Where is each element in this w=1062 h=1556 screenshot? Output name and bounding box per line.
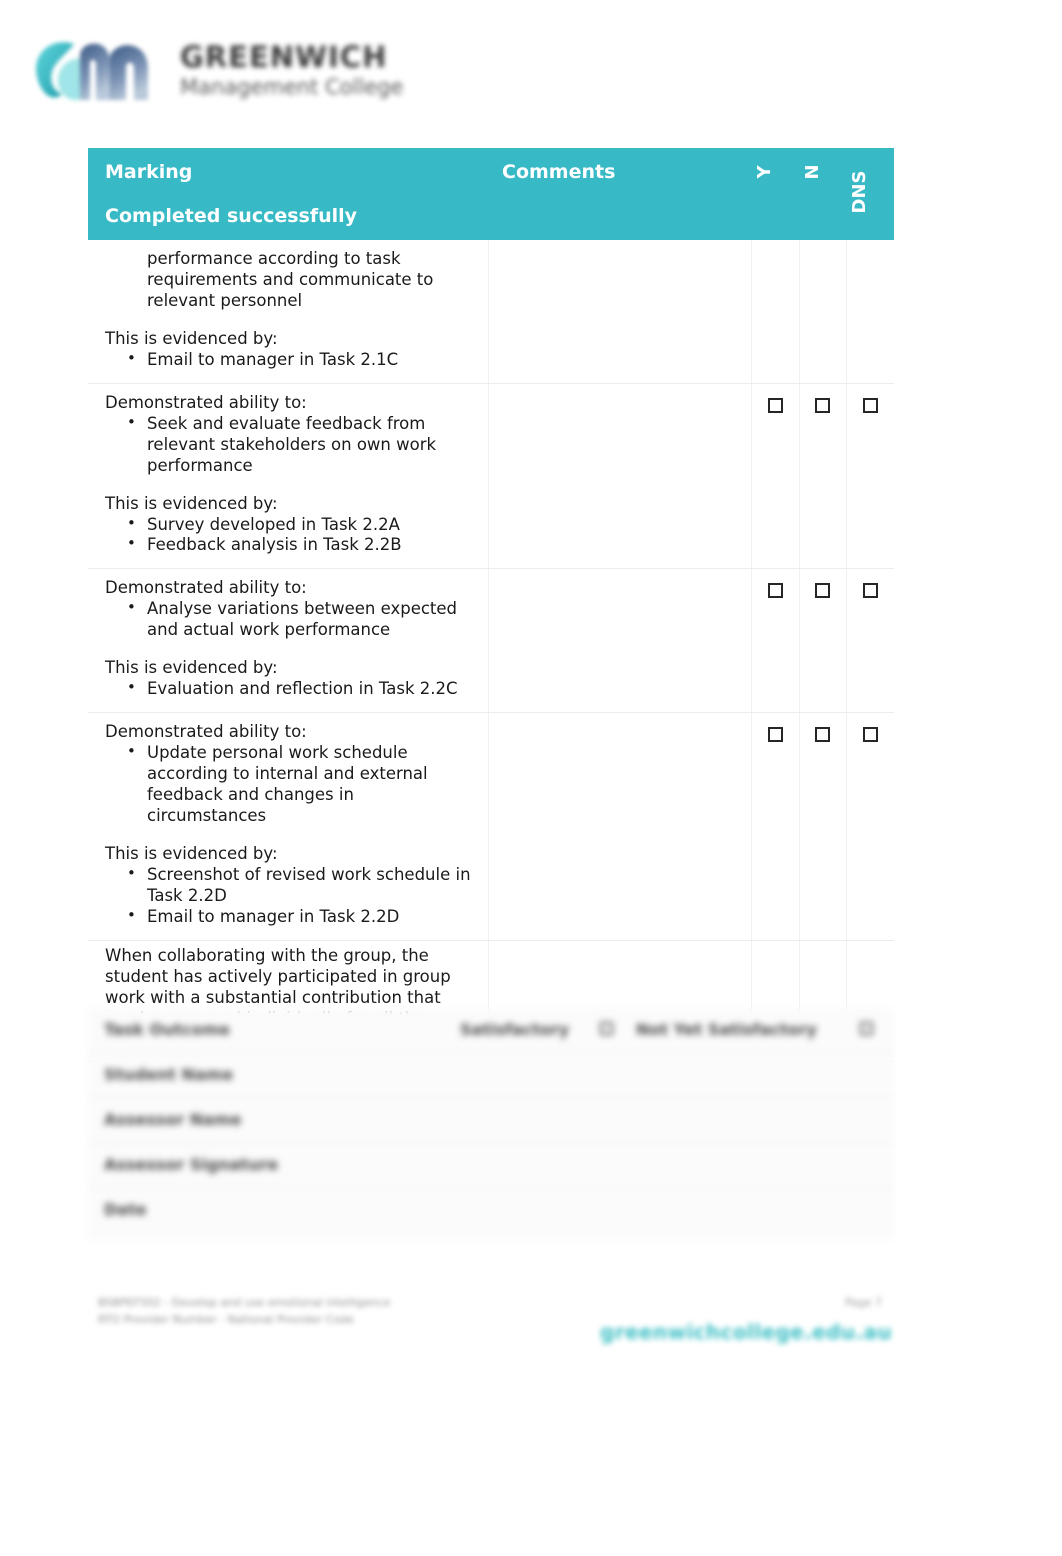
checkbox-y[interactable] xyxy=(767,397,783,413)
criterion-lead: Demonstrated ability to: xyxy=(105,722,307,742)
list-item: Email to manager in Task 2.2D xyxy=(127,906,474,928)
checkbox-dns[interactable] xyxy=(862,727,878,743)
checkbox-satisfactory[interactable] xyxy=(600,1022,613,1035)
assessor-signature-label: Assessor Signature xyxy=(104,1155,279,1174)
criterion-lead: Demonstrated ability to: xyxy=(105,578,307,598)
list-item: Email to manager in Task 2.1C xyxy=(127,349,474,371)
column-header-comments: Comments xyxy=(488,148,751,240)
column-header-y: Y xyxy=(751,148,799,240)
dns-cell[interactable] xyxy=(846,568,894,714)
n-cell[interactable] xyxy=(799,383,847,570)
comments-cell[interactable] xyxy=(487,568,752,714)
student-name-row[interactable]: Student Name xyxy=(88,1053,894,1098)
assessor-signature-row[interactable]: Assessor Signature xyxy=(88,1143,894,1188)
list-item: Feedback analysis in Task 2.2B xyxy=(127,534,474,556)
task-outcome-row: Task Outcome Satisfactory Not Yet Satisf… xyxy=(88,1008,894,1053)
date-row[interactable]: Date xyxy=(88,1188,894,1233)
n-cell[interactable] xyxy=(799,240,847,384)
evidence-lead: This is evidenced by: xyxy=(105,328,278,348)
table-row: Demonstrated ability to: Update personal… xyxy=(88,712,894,941)
table-row: performance according to task requiremen… xyxy=(88,240,894,384)
logo-title: GREENWICH xyxy=(180,40,388,74)
marking-header-line1: Marking xyxy=(105,161,193,183)
satisfactory-label: Satisfactory xyxy=(460,1020,570,1039)
y-cell[interactable] xyxy=(751,383,800,570)
table-row: Demonstrated ability to: Seek and evalua… xyxy=(88,383,894,570)
list-item: Update personal work schedule according … xyxy=(127,742,474,827)
task-outcome-label: Task Outcome xyxy=(104,1020,231,1039)
criterion-cell: Demonstrated ability to: Update personal… xyxy=(88,712,489,941)
criterion-bullets: Seek and evaluate feedback from relevant… xyxy=(105,413,474,477)
comments-cell[interactable] xyxy=(487,240,752,384)
date-label: Date xyxy=(104,1200,147,1219)
list-item: Screenshot of revised work schedule in T… xyxy=(127,864,474,907)
footer-line-1: BSBPEF502 - Develop and use emotional in… xyxy=(98,1296,391,1309)
signoff-section: Task Outcome Satisfactory Not Yet Satisf… xyxy=(88,1008,894,1240)
checkbox-n[interactable] xyxy=(815,397,830,413)
y-cell[interactable] xyxy=(751,712,800,941)
marking-table: Marking Completed successfully Comments … xyxy=(88,148,894,1062)
student-name-label: Student Name xyxy=(104,1065,234,1084)
evidence-list: Screenshot of revised work schedule in T… xyxy=(105,864,474,928)
comments-header-label: Comments xyxy=(502,161,616,183)
checkbox-y[interactable] xyxy=(767,727,783,743)
checkbox-n[interactable] xyxy=(815,727,830,743)
criterion-bullets: Analyse variations between expected and … xyxy=(105,598,474,641)
dns-cell[interactable] xyxy=(846,712,894,941)
y-cell[interactable] xyxy=(751,240,800,384)
y-cell[interactable] xyxy=(751,568,800,714)
column-header-dns: DNS xyxy=(846,148,894,240)
criterion-bullets: Update personal work schedule according … xyxy=(105,742,474,827)
criterion-cell: performance according to task requiremen… xyxy=(88,240,489,384)
column-header-n: N xyxy=(799,148,846,240)
footer-page-number: Page 7 xyxy=(845,1296,883,1309)
criterion-lead: Demonstrated ability to: xyxy=(105,392,307,412)
marking-header-line2: Completed successfully xyxy=(105,205,358,227)
comments-cell[interactable] xyxy=(487,712,752,941)
evidence-list: Evaluation and reflection in Task 2.2C xyxy=(105,678,474,700)
footer-website-url[interactable]: greenwichcollege.edu.au xyxy=(600,1320,892,1344)
checkbox-not-yet-satisfactory[interactable] xyxy=(860,1022,873,1035)
assessor-name-label: Assessor Name xyxy=(104,1110,242,1129)
criterion-cell: Demonstrated ability to: Seek and evalua… xyxy=(88,383,489,570)
list-item: Seek and evaluate feedback from relevant… xyxy=(127,413,474,477)
footer-line-2: RTO Provider Number - National Provider … xyxy=(98,1313,354,1327)
list-item: Evaluation and reflection in Task 2.2C xyxy=(127,678,474,700)
checkbox-n[interactable] xyxy=(815,583,830,599)
checkbox-y[interactable] xyxy=(767,583,783,599)
footer-document-info: BSBPEF502 - Develop and use emotional in… xyxy=(98,1294,568,1328)
logo-subtitle: Management College xyxy=(180,75,404,100)
evidence-list: Email to manager in Task 2.1C xyxy=(105,349,474,371)
college-logo: GREENWICH Management College xyxy=(28,16,448,128)
gm-monogram-icon xyxy=(36,42,148,100)
n-header-label: N xyxy=(801,164,823,180)
y-header-label: Y xyxy=(754,165,775,179)
column-header-marking: Marking Completed successfully xyxy=(88,148,488,240)
comments-cell[interactable] xyxy=(487,383,752,570)
evidence-lead: This is evidenced by: xyxy=(105,493,278,513)
n-cell[interactable] xyxy=(799,568,847,714)
dns-cell[interactable] xyxy=(846,240,894,384)
table-row: Demonstrated ability to: Analyse variati… xyxy=(88,568,894,714)
dns-cell[interactable] xyxy=(846,383,894,570)
not-yet-satisfactory-label: Not Yet Satisfactory xyxy=(636,1020,817,1039)
criterion-continued-text: performance according to task requiremen… xyxy=(147,249,434,310)
n-cell[interactable] xyxy=(799,712,847,941)
list-item: Analyse variations between expected and … xyxy=(127,598,474,641)
dns-header-label: DNS xyxy=(849,170,870,214)
logo-wordmark: GREENWICH Management College xyxy=(180,42,448,101)
table-header-row: Marking Completed successfully Comments … xyxy=(88,148,894,240)
checkbox-dns[interactable] xyxy=(862,397,878,413)
list-item: Survey developed in Task 2.2A xyxy=(127,514,474,536)
evidence-lead: This is evidenced by: xyxy=(105,843,278,863)
assessor-name-row[interactable]: Assessor Name xyxy=(88,1098,894,1143)
evidence-lead: This is evidenced by: xyxy=(105,658,278,678)
evidence-list: Survey developed in Task 2.2A Feedback a… xyxy=(105,514,474,557)
criterion-cell: Demonstrated ability to: Analyse variati… xyxy=(88,568,489,714)
checkbox-dns[interactable] xyxy=(862,583,878,599)
